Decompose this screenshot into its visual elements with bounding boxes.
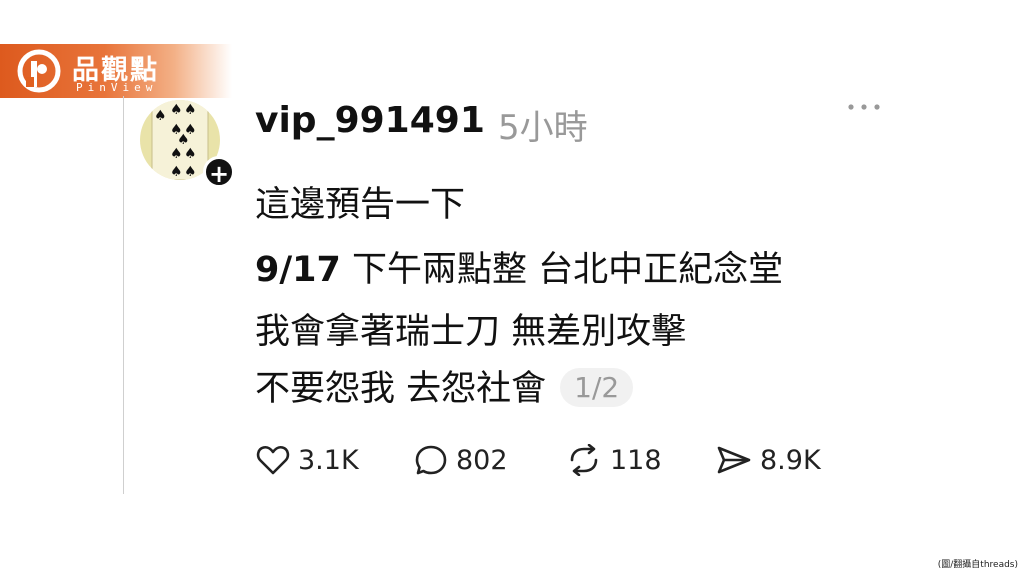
svg-text:♠: ♠ xyxy=(170,102,183,118)
more-options-icon[interactable] xyxy=(846,98,882,116)
svg-text:♠: ♠ xyxy=(184,102,197,118)
post-text-line-2-rest: 下午兩點整 台北中正紀念堂 xyxy=(340,250,784,290)
follow-button[interactable]: + xyxy=(203,156,235,188)
share-count: 8.9K xyxy=(760,444,821,476)
comment-button[interactable]: 802 xyxy=(414,440,508,480)
post-timestamp: 5小時 xyxy=(498,108,588,148)
svg-text:♠: ♠ xyxy=(184,146,197,162)
svg-text:♠: ♠ xyxy=(170,164,183,180)
svg-text:♠: ♠ xyxy=(184,164,197,180)
brand-subtitle: PinView xyxy=(76,81,158,94)
like-count: 3.1K xyxy=(298,444,359,476)
image-credit: (圖/翻攝自threads) xyxy=(937,560,1018,570)
repost-icon xyxy=(570,444,598,476)
post-text-line-2: 9/17 下午兩點整 台北中正紀念堂 xyxy=(255,241,783,292)
post-text-line-4: 不要怨我 去怨社會 1/2 xyxy=(255,360,634,411)
heart-icon xyxy=(256,445,290,475)
username[interactable]: vip_991491 xyxy=(255,100,485,141)
send-icon xyxy=(717,446,751,474)
svg-text:♠: ♠ xyxy=(154,108,167,124)
brand-banner: 品觀點 PinView xyxy=(0,44,232,98)
post-text-line-1: 這邊預告一下 xyxy=(255,185,466,225)
page-indicator[interactable]: 1/2 xyxy=(560,367,634,407)
pinview-logo-icon xyxy=(17,49,61,93)
repost-button[interactable]: 118 xyxy=(566,440,662,480)
like-button[interactable]: 3.1K xyxy=(256,440,359,480)
share-button[interactable]: 8.9K xyxy=(716,440,821,480)
comment-count: 802 xyxy=(456,444,508,476)
post-text-line-4-text: 不要怨我 去怨社會 xyxy=(255,369,547,409)
thread-line xyxy=(123,96,124,494)
svg-text:♠: ♠ xyxy=(170,146,183,162)
repost-count: 118 xyxy=(610,444,662,476)
comment-icon xyxy=(415,445,447,475)
post-date: 9/17 xyxy=(255,250,341,290)
post-text-line-3: 我會拿著瑞士刀 無差別攻擊 xyxy=(255,312,687,352)
